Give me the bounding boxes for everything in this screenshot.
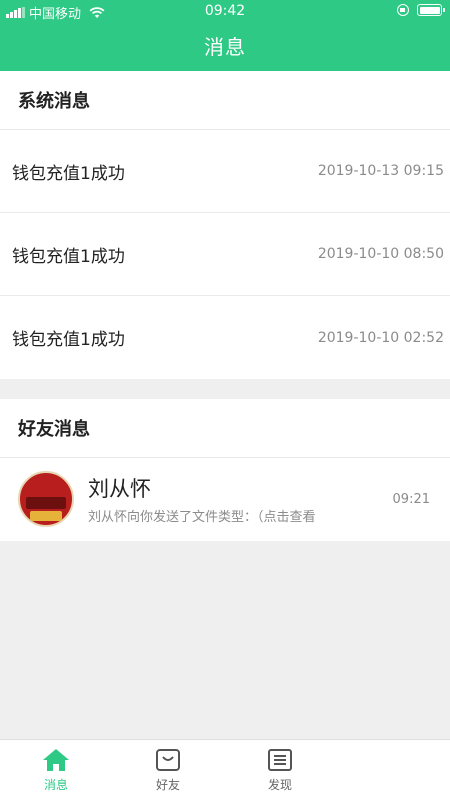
tab-label: 消息 [43,778,68,792]
friend-messages-section: 好友消息 刘从怀 刘从怀向你发送了文件类型：（点击查看 09:21 [0,399,450,541]
system-message-row[interactable]: 钱包充值1成功 2019-10-10 08:50 [0,213,450,296]
system-message-time: 2019-10-10 08:50 [317,246,444,262]
page-title: 消息 [204,35,246,59]
system-messages-section: 系统消息 钱包充值1成功 2019-10-13 09:15 钱包充值1成功 20… [0,71,450,379]
header: 中国移动 09:42 消息 [0,0,450,71]
system-section-title: 系统消息 [0,71,450,130]
status-right [397,4,445,16]
friend-message-row[interactable]: 刘从怀 刘从怀向你发送了文件类型：（点击查看 09:21 [0,458,450,541]
friend-name: 刘从怀 [88,477,151,501]
discover-icon [268,749,292,771]
tab-friends[interactable]: 好友 [112,740,224,800]
system-message-row[interactable]: 钱包充值1成功 2019-10-13 09:15 [0,130,450,213]
friends-icon [156,749,180,771]
rotation-lock-icon [397,4,409,16]
system-message-time: 2019-10-13 09:15 [317,163,444,179]
system-message-time: 2019-10-10 02:52 [317,329,444,346]
tab-label: 好友 [155,778,180,792]
status-bar: 中国移动 09:42 [0,0,450,24]
friend-message-preview: 刘从怀向你发送了文件类型：（点击查看 [88,510,316,525]
battery-icon [417,4,445,16]
system-message-row[interactable]: 钱包充值1成功 2019-10-10 02:52 [0,296,450,379]
avatar [18,471,74,527]
friend-message-time: 09:21 [392,492,430,507]
system-message-text: 钱包充值1成功 [12,246,125,267]
system-message-text: 钱包充值1成功 [12,163,125,184]
system-message-text: 钱包充值1成功 [12,330,125,350]
tab-bar: 消息 好友 发现 [0,739,450,800]
status-time: 09:42 [204,3,246,19]
tab-messages[interactable]: 消息 [0,740,112,800]
tab-discover[interactable]: 发现 [224,740,336,800]
home-icon [43,749,69,771]
friend-section-title: 好友消息 [0,399,450,458]
tab-label: 发现 [267,778,292,792]
